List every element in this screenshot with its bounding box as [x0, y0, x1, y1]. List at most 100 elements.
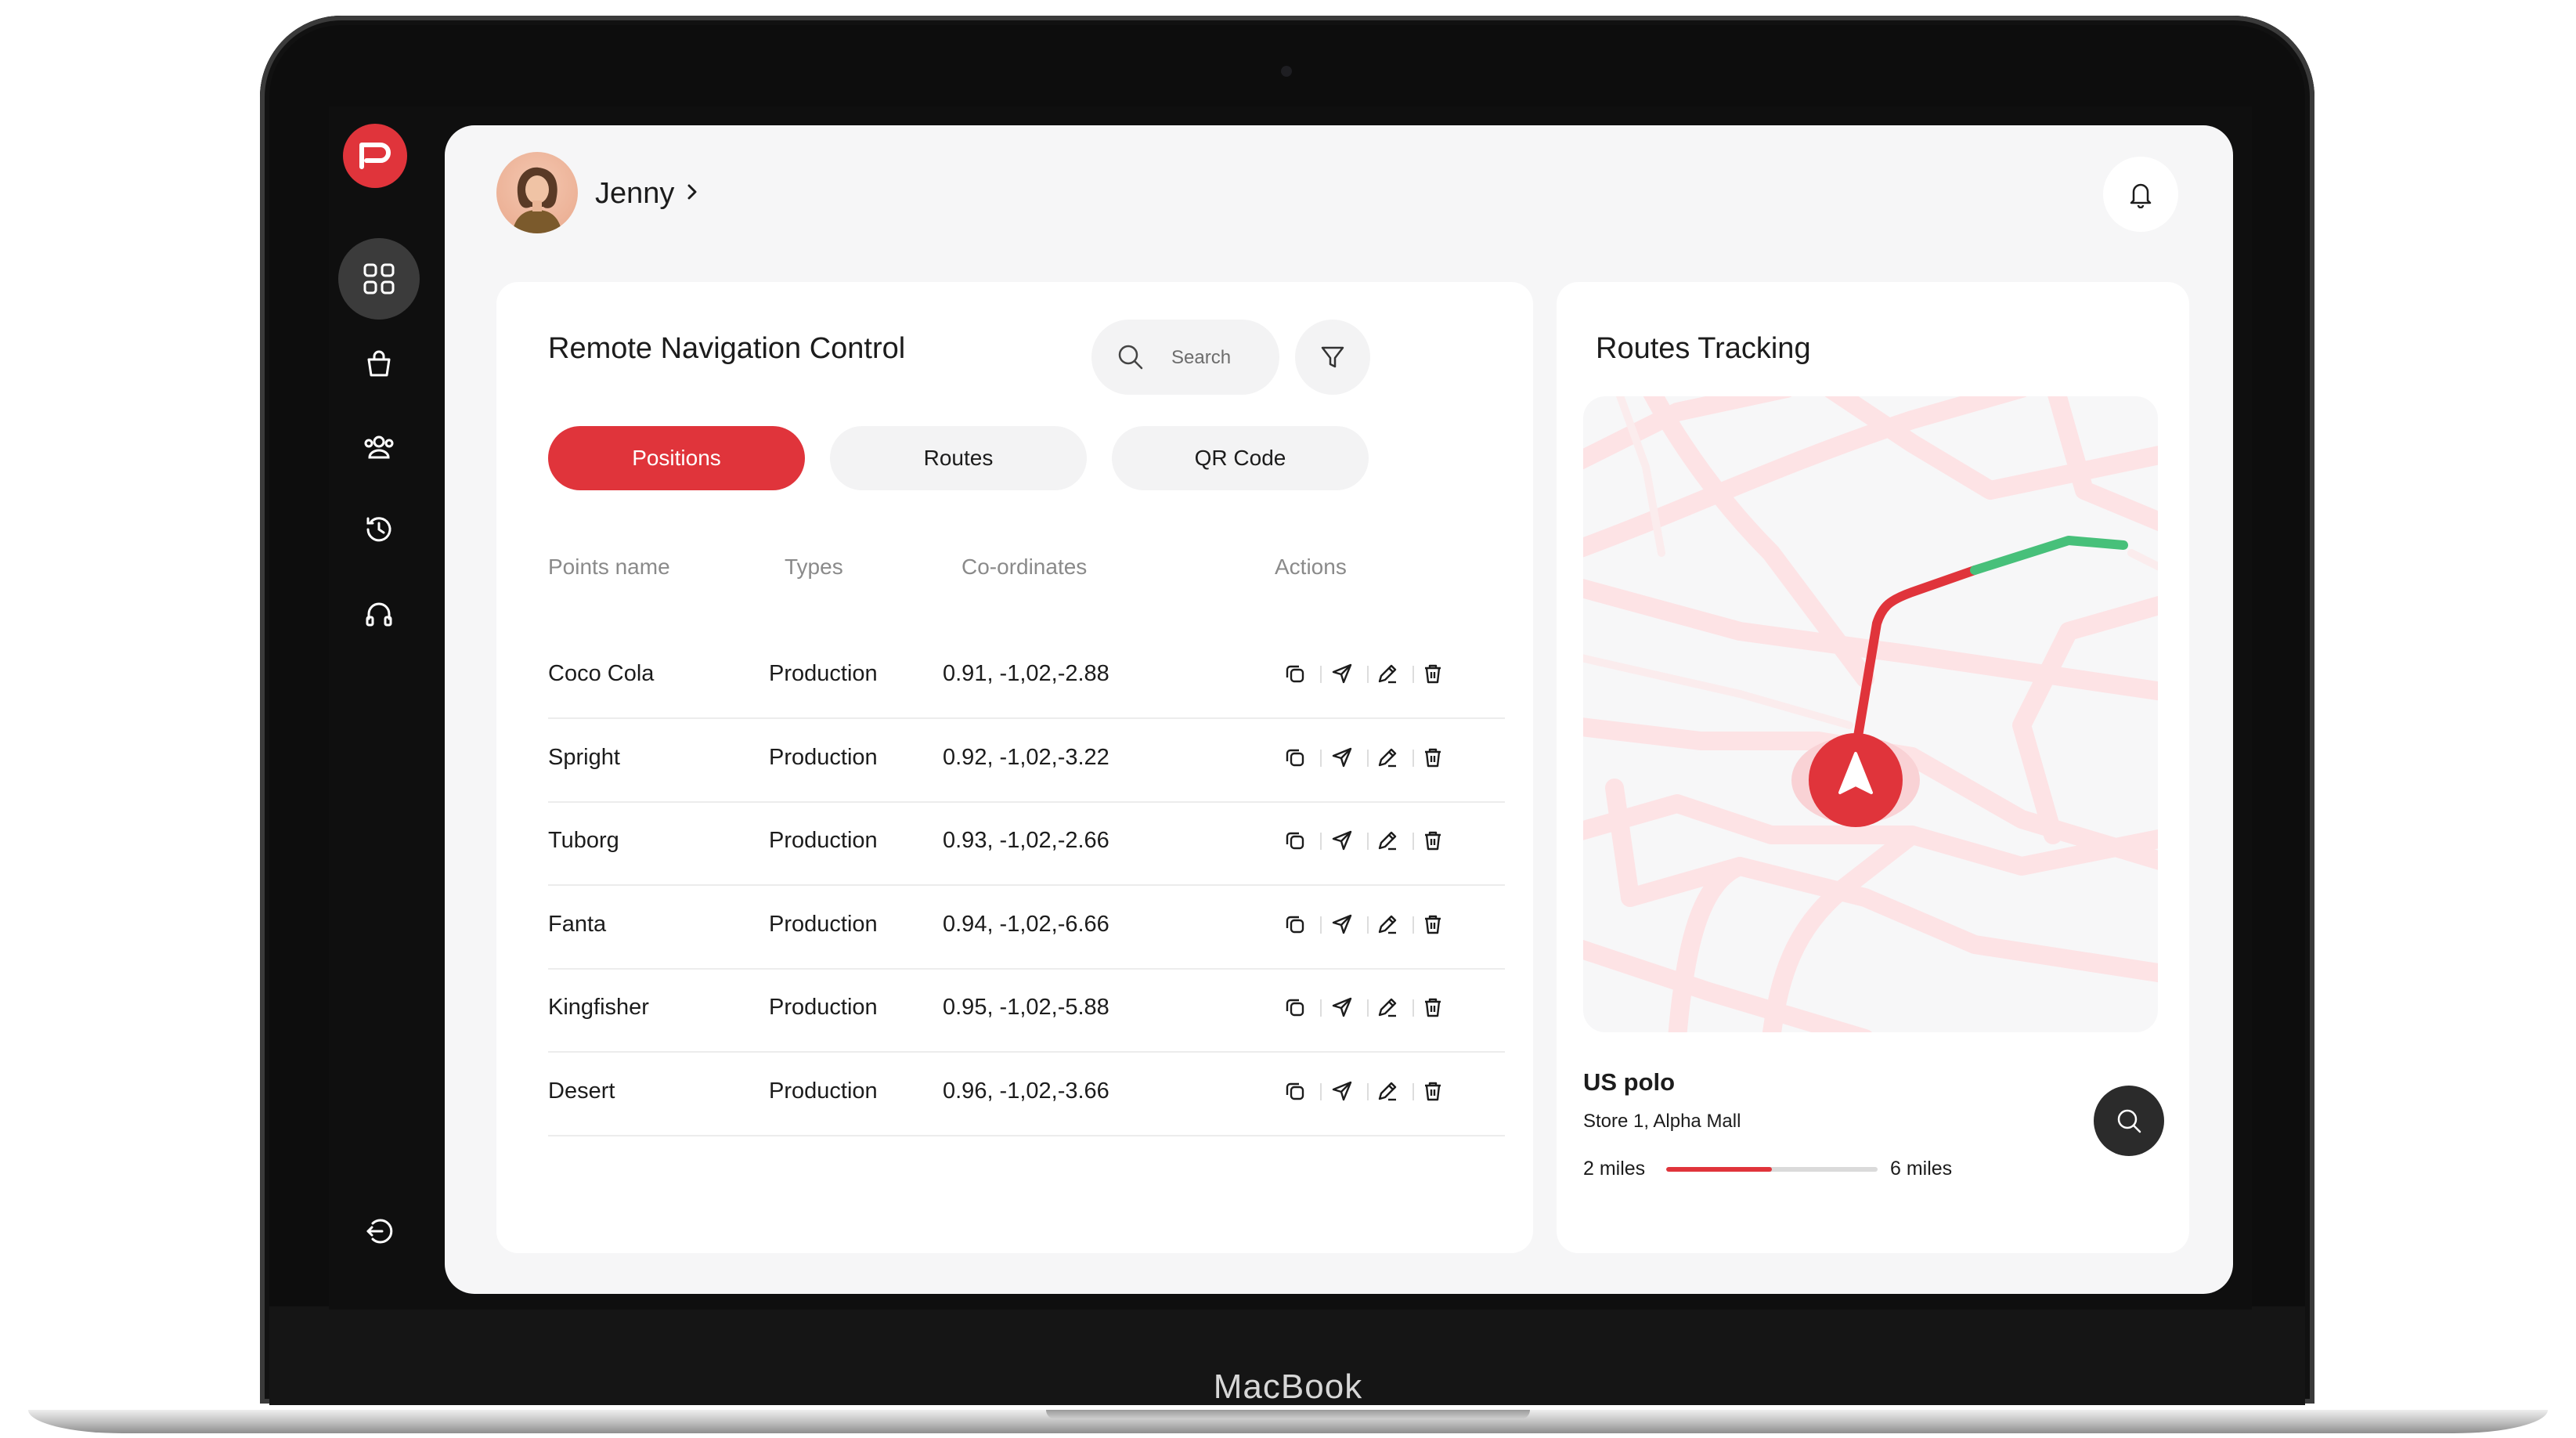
action-divider — [1367, 666, 1369, 683]
copy-button[interactable] — [1281, 1077, 1309, 1105]
app-logo[interactable] — [343, 124, 407, 188]
copy-button[interactable] — [1281, 993, 1309, 1021]
point-coordinates: 0.94, -1,02,-6.66 — [943, 911, 1109, 937]
navigate-button[interactable] — [1328, 659, 1356, 688]
trash-icon — [1421, 1079, 1445, 1103]
send-icon — [1330, 829, 1354, 852]
copy-icon — [1283, 746, 1307, 769]
navigate-button[interactable] — [1328, 743, 1356, 771]
action-divider — [1367, 1082, 1369, 1100]
sidebar-item-shop[interactable] — [338, 323, 420, 404]
column-header-points-name: Points name — [548, 555, 670, 579]
place-address: Store 1, Alpha Mall — [1583, 1111, 1741, 1132]
edit-icon — [1376, 829, 1399, 852]
action-divider — [1367, 833, 1369, 850]
row-actions — [1272, 822, 1459, 859]
sidebar-item-history[interactable] — [338, 489, 420, 570]
point-name: Desert — [548, 1078, 615, 1104]
sidebar-item-support[interactable] — [338, 573, 420, 655]
delete-button[interactable] — [1419, 826, 1447, 854]
search-input[interactable] — [1170, 341, 1267, 374]
delete-button[interactable] — [1419, 993, 1447, 1021]
action-divider — [1320, 833, 1322, 850]
table-row[interactable]: Spright Production 0.92, -1,02,-3.22 — [548, 714, 1505, 803]
table-row[interactable]: Fanta Production 0.94, -1,02,-6.66 — [548, 880, 1505, 970]
tab-qr-code[interactable]: QR Code — [1112, 426, 1369, 490]
chevron-right-icon[interactable] — [684, 182, 700, 202]
send-icon — [1330, 995, 1354, 1019]
point-name: Tuborg — [548, 828, 619, 853]
action-divider — [1320, 666, 1322, 683]
action-divider — [1412, 999, 1414, 1017]
edit-button[interactable] — [1373, 659, 1402, 688]
search-box[interactable] — [1091, 320, 1279, 395]
action-divider — [1412, 666, 1414, 683]
navigate-button[interactable] — [1328, 993, 1356, 1021]
delete-button[interactable] — [1419, 743, 1447, 771]
edit-icon — [1376, 662, 1399, 685]
edit-button[interactable] — [1373, 993, 1402, 1021]
sidebar-item-dashboard[interactable] — [338, 238, 420, 320]
navigate-button[interactable] — [1328, 826, 1356, 854]
edit-button[interactable] — [1373, 910, 1402, 938]
delete-button[interactable] — [1419, 1077, 1447, 1105]
send-icon — [1330, 912, 1354, 936]
copy-button[interactable] — [1281, 659, 1309, 688]
distance-end: 6 miles — [1890, 1158, 1953, 1180]
row-actions — [1272, 739, 1459, 776]
table-row[interactable]: Kingfisher Production 0.95, -1,02,-5.88 — [548, 963, 1505, 1053]
tab-routes[interactable]: Routes — [830, 426, 1087, 490]
map-search-button[interactable] — [2094, 1086, 2164, 1156]
trash-icon — [1421, 662, 1445, 685]
notifications-button[interactable] — [2103, 157, 2178, 232]
action-divider — [1320, 1082, 1322, 1100]
copy-button[interactable] — [1281, 910, 1309, 938]
action-divider — [1367, 999, 1369, 1017]
users-icon — [364, 435, 394, 459]
navigate-button[interactable] — [1328, 910, 1356, 938]
table-row[interactable]: Tuborg Production 0.93, -1,02,-2.66 — [548, 797, 1505, 886]
sidebar-item-users[interactable] — [338, 406, 420, 487]
delete-button[interactable] — [1419, 910, 1447, 938]
point-type: Production — [769, 744, 878, 770]
edit-icon — [1376, 912, 1399, 936]
trash-icon — [1421, 995, 1445, 1019]
copy-button[interactable] — [1281, 826, 1309, 854]
row-actions — [1272, 988, 1459, 1026]
copy-icon — [1283, 829, 1307, 852]
route-map[interactable] — [1583, 396, 2158, 1032]
headphones-icon — [366, 602, 392, 627]
trash-icon — [1421, 912, 1445, 936]
history-icon — [366, 517, 391, 542]
tracking-title: Routes Tracking — [1596, 332, 1811, 365]
point-type: Production — [769, 995, 878, 1020]
point-type: Production — [769, 661, 878, 686]
copy-icon — [1283, 912, 1307, 936]
action-divider — [1412, 1082, 1414, 1100]
copy-button[interactable] — [1281, 743, 1309, 771]
row-actions — [1272, 1072, 1459, 1110]
edit-button[interactable] — [1373, 826, 1402, 854]
map-illustration — [1583, 396, 2158, 1032]
filter-button[interactable] — [1295, 320, 1370, 395]
user-name[interactable]: Jenny — [595, 177, 674, 211]
navigate-button[interactable] — [1328, 1077, 1356, 1105]
avatar[interactable] — [496, 152, 578, 233]
table-row[interactable]: Desert Production 0.96, -1,02,-3.66 — [548, 1047, 1505, 1136]
route-progress-fill — [1666, 1167, 1772, 1172]
panel-title: Remote Navigation Control — [548, 332, 906, 365]
logout-button[interactable] — [338, 1191, 420, 1272]
distance-start: 2 miles — [1583, 1158, 1646, 1180]
trash-icon — [1421, 746, 1445, 769]
edit-button[interactable] — [1373, 1077, 1402, 1105]
action-divider — [1320, 916, 1322, 934]
tab-positions[interactable]: Positions — [548, 426, 805, 490]
column-header-actions: Actions — [1275, 555, 1347, 579]
search-icon — [1118, 345, 1143, 370]
point-coordinates: 0.91, -1,02,-2.88 — [943, 661, 1109, 686]
edit-button[interactable] — [1373, 743, 1402, 771]
table-row[interactable]: Coco Cola Production 0.91, -1,02,-2.88 — [548, 630, 1505, 719]
row-actions — [1272, 655, 1459, 692]
action-divider — [1367, 749, 1369, 767]
delete-button[interactable] — [1419, 659, 1447, 688]
